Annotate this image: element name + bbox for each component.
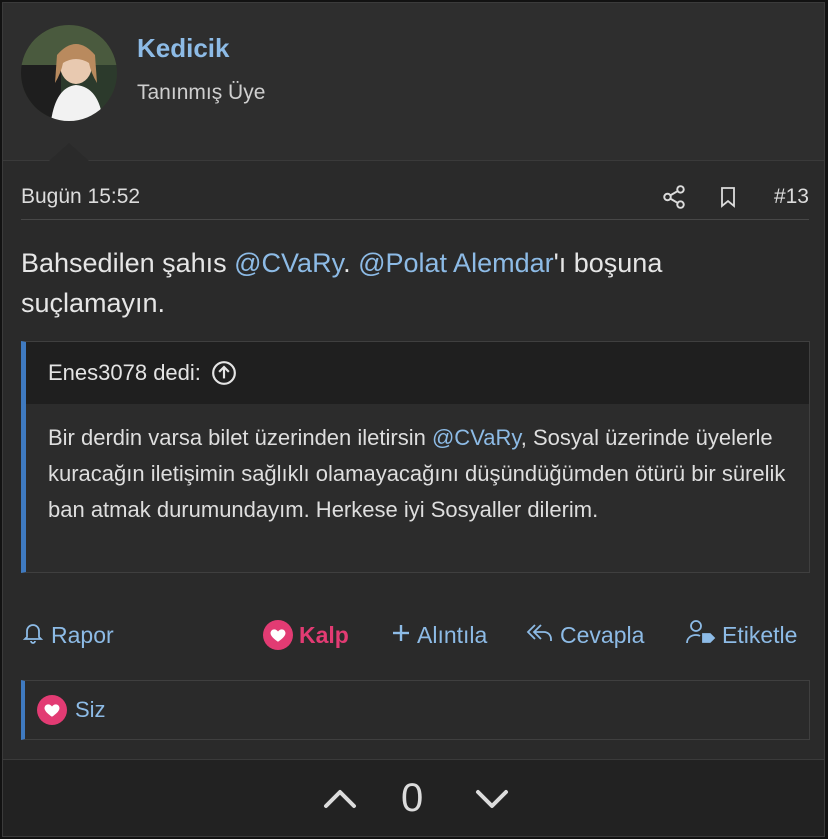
quote-header: Enes3078 dedi: (26, 342, 809, 404)
heart-icon (37, 695, 67, 725)
username[interactable]: Kedicik (137, 33, 230, 64)
post-meta: Bugün 15:52 #13 (21, 181, 809, 220)
reply-all-icon (526, 620, 554, 650)
arrow-up-circle-icon[interactable] (211, 360, 237, 386)
quote-block: Enes3078 dedi: Bir derdin varsa bilet üz… (21, 341, 810, 573)
user-title: Tanınmış Üye (137, 81, 266, 104)
post-body: Bahsedilen şahıs @CVaRy. @Polat Alemdar'… (21, 243, 801, 323)
mention-link[interactable]: @Polat Alemdar (358, 248, 554, 278)
like-label: Kalp (299, 621, 349, 648)
report-button[interactable]: Rapor (21, 615, 114, 655)
post-number[interactable]: #13 (774, 185, 809, 209)
tag-button[interactable]: Etiketle (686, 615, 797, 655)
mention-link[interactable]: @CVaRy (432, 425, 521, 450)
header-notch (49, 143, 89, 161)
user-tag-icon (686, 619, 716, 651)
reply-label: Cevapla (560, 621, 645, 648)
reactions-label[interactable]: Siz (75, 697, 106, 723)
report-label: Rapor (51, 621, 114, 648)
quote-text-prefix: Bir derdin varsa bilet üzerinden iletirs… (48, 425, 432, 450)
heart-icon (263, 620, 293, 650)
mention-link[interactable]: @CVaRy (234, 248, 343, 278)
plus-icon (391, 622, 411, 649)
like-button[interactable]: Kalp (263, 615, 349, 655)
post-actions: Rapor Kalp Alıntıla Cevapla Etiketle (21, 615, 810, 655)
bell-icon (21, 619, 45, 651)
post-text-mid: . (343, 248, 359, 278)
chevron-down-icon[interactable] (473, 782, 511, 821)
post-date[interactable]: Bugün 15:52 (21, 185, 140, 209)
quote-label: Alıntıla (417, 621, 488, 648)
post-container: Kedicik Tanınmış Üye Bugün 15:52 #13 Bah… (2, 2, 825, 837)
avatar[interactable] (21, 25, 117, 121)
vote-count: 0 (401, 776, 424, 820)
vote-bar: 0 (3, 759, 824, 836)
reactions-bar[interactable]: Siz (21, 680, 810, 740)
chevron-up-icon[interactable] (321, 782, 359, 821)
tag-label: Etiketle (722, 621, 798, 648)
quote-text: Bir derdin varsa bilet üzerinden iletirs… (26, 404, 809, 528)
quote-button[interactable]: Alıntıla (391, 615, 487, 655)
post-text-prefix: Bahsedilen şahıs (21, 248, 235, 278)
bookmark-icon[interactable] (716, 184, 740, 215)
reply-button[interactable]: Cevapla (526, 615, 644, 655)
user-header: Kedicik Tanınmış Üye (3, 3, 824, 161)
share-icon[interactable] (661, 184, 687, 215)
quote-author[interactable]: Enes3078 dedi: (48, 360, 201, 386)
